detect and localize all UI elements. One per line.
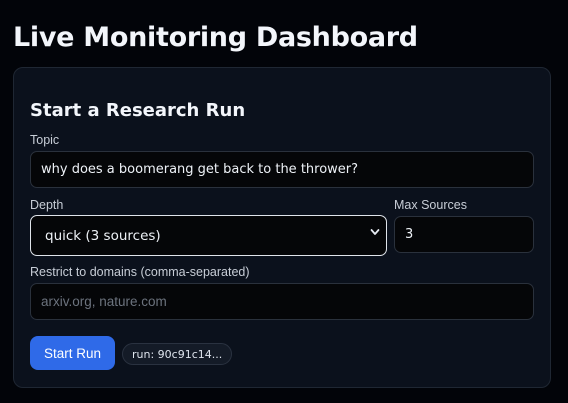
max-sources-label: Max Sources	[394, 198, 467, 212]
chevron-down-icon	[370, 229, 380, 235]
domains-input[interactable]: arxiv.org, nature.com	[30, 283, 534, 320]
max-sources-input[interactable]: 3	[394, 216, 534, 253]
domains-placeholder: arxiv.org, nature.com	[41, 294, 167, 309]
run-id-badge: run: 90c91c14...	[122, 343, 233, 365]
topic-input-value: why does a boomerang get back to the thr…	[41, 162, 359, 177]
start-run-button[interactable]: Start Run	[30, 336, 115, 370]
domains-label: Restrict to domains (comma-separated)	[30, 265, 250, 279]
research-run-card: Start a Research Run Topic why does a bo…	[13, 67, 551, 388]
max-sources-value: 3	[405, 227, 414, 242]
depth-select-value: quick (3 sources)	[45, 227, 161, 244]
depth-select[interactable]: quick (3 sources)	[30, 215, 387, 256]
page-title: Live Monitoring Dashboard	[13, 22, 418, 53]
depth-label: Depth	[30, 198, 64, 212]
topic-input[interactable]: why does a boomerang get back to the thr…	[30, 151, 534, 188]
topic-label: Topic	[30, 133, 60, 147]
card-title: Start a Research Run	[30, 100, 246, 121]
